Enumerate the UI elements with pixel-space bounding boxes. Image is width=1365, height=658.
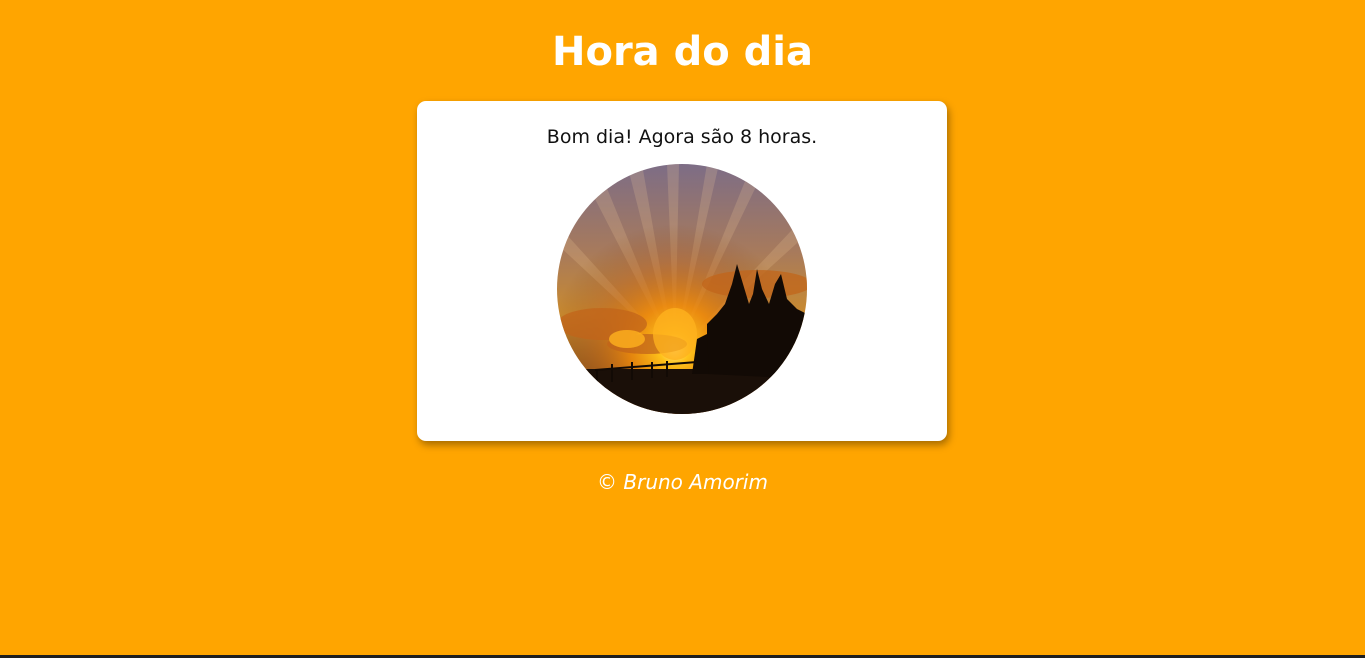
footer-credit: © Bruno Amorim — [597, 470, 768, 494]
greeting-message: Bom dia! Agora são 8 horas. — [546, 126, 818, 148]
page-title: Hora do dia — [552, 29, 813, 75]
time-card: Bom dia! Agora são 8 horas. — [417, 101, 947, 441]
sunrise-photo — [557, 164, 807, 414]
